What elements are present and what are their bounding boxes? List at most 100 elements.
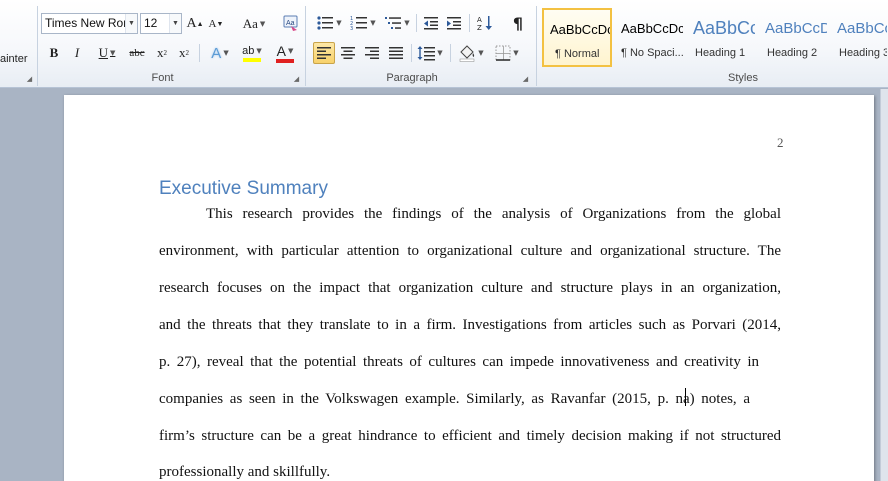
page-number: 2: [777, 135, 784, 150]
format-painter-label[interactable]: ainter: [0, 53, 28, 65]
multilevel-list-button[interactable]: ▼: [382, 12, 412, 34]
text-effects-button[interactable]: A ▼: [205, 42, 235, 64]
font-color-bar: [276, 59, 294, 63]
styles-gallery: AaBbCcDc ¶ Normal AaBbCcDc ¶ No Spaci...…: [541, 8, 888, 67]
numbering-button[interactable]: 1 2 3 ▼: [348, 12, 378, 34]
paragraph-line[interactable]: p. 27), reveal that the potential threat…: [159, 353, 759, 371]
style-heading-2[interactable]: AaBbCcD Heading 2: [758, 8, 828, 67]
increase-indent-icon: [447, 17, 461, 30]
font-size-combo[interactable]: 12 ▼: [140, 13, 182, 34]
italic-button[interactable]: I: [67, 42, 87, 64]
shrink-font-label: A: [208, 18, 217, 30]
align-left-button[interactable]: [313, 42, 335, 64]
line-spacing-button[interactable]: ▼: [415, 42, 445, 64]
paragraph-line[interactable]: professionally and skillfully.: [159, 463, 330, 481]
subscript-mark: 2: [163, 49, 168, 57]
superscript-mark: 2: [185, 49, 190, 57]
group-separator: [536, 6, 537, 86]
text-cursor: [685, 388, 686, 406]
style-sample: AaBbCc: [693, 18, 756, 38]
button-separator: [199, 44, 200, 62]
group-separator: [305, 6, 306, 86]
underline-label: U: [98, 45, 108, 60]
paragraph-line[interactable]: This research provides the findings of t…: [206, 205, 781, 223]
paragraph-group-label: Paragraph: [386, 72, 438, 84]
paragraph-line[interactable]: and the threats that they translate to i…: [159, 316, 781, 334]
paragraph-line[interactable]: environment, with particular attention t…: [159, 242, 781, 260]
decrease-indent-icon: [424, 17, 438, 30]
document-heading[interactable]: Executive Summary: [159, 178, 328, 200]
svg-text:Z: Z: [477, 24, 482, 32]
chevron-down-icon[interactable]: ▼: [169, 14, 181, 33]
shading-paint-bucket-icon: [460, 45, 475, 62]
highlight-button[interactable]: ab ▼: [237, 42, 267, 64]
decrease-indent-button[interactable]: [421, 12, 441, 34]
font-launcher-icon[interactable]: ◢: [292, 75, 301, 84]
pilcrow-icon: ¶: [512, 13, 524, 33]
change-case-button[interactable]: Aa ▼: [240, 13, 268, 35]
paragraph-line[interactable]: firm’s structure can be a great hindranc…: [159, 427, 781, 445]
bullets-icon: [317, 16, 334, 30]
highlight-label: ab: [242, 44, 255, 57]
bold-label: B: [49, 45, 59, 60]
superscript-button[interactable]: x2: [174, 42, 194, 64]
justify-button[interactable]: [385, 42, 407, 64]
font-name-value: Times New Rom: [45, 16, 134, 30]
style-sample: AaBbCcDc: [550, 22, 612, 37]
styles-group-label: Styles: [728, 72, 758, 84]
style-heading-1[interactable]: AaBbCc Heading 1: [686, 8, 756, 67]
bold-button[interactable]: B: [44, 42, 64, 64]
show-hide-marks-button[interactable]: ¶: [507, 12, 529, 34]
button-separator: [450, 44, 451, 62]
text-effects-label: A: [211, 44, 222, 62]
font-color-label: A: [276, 43, 286, 59]
strikethrough-button[interactable]: abc: [126, 42, 148, 64]
borders-button[interactable]: ▼: [491, 42, 523, 64]
paragraph-line[interactable]: research focuses on the impact that orga…: [159, 279, 781, 297]
line-spacing-icon: [417, 46, 436, 61]
vertical-scrollbar[interactable]: [880, 89, 888, 481]
font-name-combo[interactable]: Times New Rom ▼: [41, 13, 138, 34]
button-separator: [469, 14, 470, 32]
document-area: 2 Executive Summary This research provid…: [0, 89, 888, 481]
clear-formatting-button[interactable]: Aa: [280, 12, 302, 34]
chevron-down-icon[interactable]: ▼: [125, 14, 137, 33]
style-name: Heading 2: [767, 47, 818, 59]
shading-button[interactable]: ▼: [455, 42, 487, 64]
font-color-button[interactable]: A ▼: [270, 42, 300, 64]
shrink-font-button[interactable]: A ▼: [207, 13, 225, 35]
clear-formatting-icon: Aa: [283, 15, 298, 31]
grow-font-label: A: [186, 16, 197, 31]
paragraph-line[interactable]: companies as seen in the Volkswagen exam…: [159, 390, 750, 408]
style-sample: AaBbCcD: [765, 20, 828, 37]
document-page[interactable]: 2 Executive Summary This research provid…: [64, 95, 874, 481]
style-sample: AaBbCcI: [837, 20, 887, 37]
clipboard-launcher-icon[interactable]: ◢: [25, 75, 34, 84]
italic-label: I: [74, 45, 80, 60]
paragraph-launcher-icon[interactable]: ◢: [521, 75, 530, 84]
ribbon: ainter ◢ Times New Rom ▼ 12 ▼ A ▲ A ▼ Aa ▼ …: [0, 0, 888, 88]
align-right-icon: [365, 47, 379, 59]
align-center-icon: [341, 47, 355, 59]
underline-button[interactable]: U ▼: [90, 42, 124, 64]
sort-button[interactable]: A Z: [474, 12, 496, 34]
align-center-button[interactable]: [337, 42, 359, 64]
group-separator: [37, 6, 38, 86]
strikethrough-label: abc: [129, 47, 145, 59]
button-separator: [411, 44, 412, 62]
change-case-label: Aa: [242, 16, 258, 31]
numbering-icon: 1 2 3: [350, 16, 368, 31]
style-name: Heading 1: [695, 47, 746, 59]
increase-indent-button[interactable]: [444, 12, 464, 34]
style-name: ¶ Normal: [555, 48, 600, 60]
style-name: Heading 3: [839, 47, 888, 59]
font-size-value: 12: [144, 16, 158, 30]
style-no-spacing[interactable]: AaBbCcDc ¶ No Spaci...: [614, 8, 684, 67]
align-right-button[interactable]: [361, 42, 383, 64]
bullets-button[interactable]: ▼: [314, 12, 344, 34]
style-heading-3[interactable]: AaBbCcI Heading 3: [830, 8, 888, 67]
svg-text:3: 3: [350, 26, 353, 31]
subscript-button[interactable]: x2: [152, 42, 172, 64]
grow-font-button[interactable]: A ▲: [186, 13, 204, 35]
style-normal[interactable]: AaBbCcDc ¶ Normal: [542, 8, 612, 67]
